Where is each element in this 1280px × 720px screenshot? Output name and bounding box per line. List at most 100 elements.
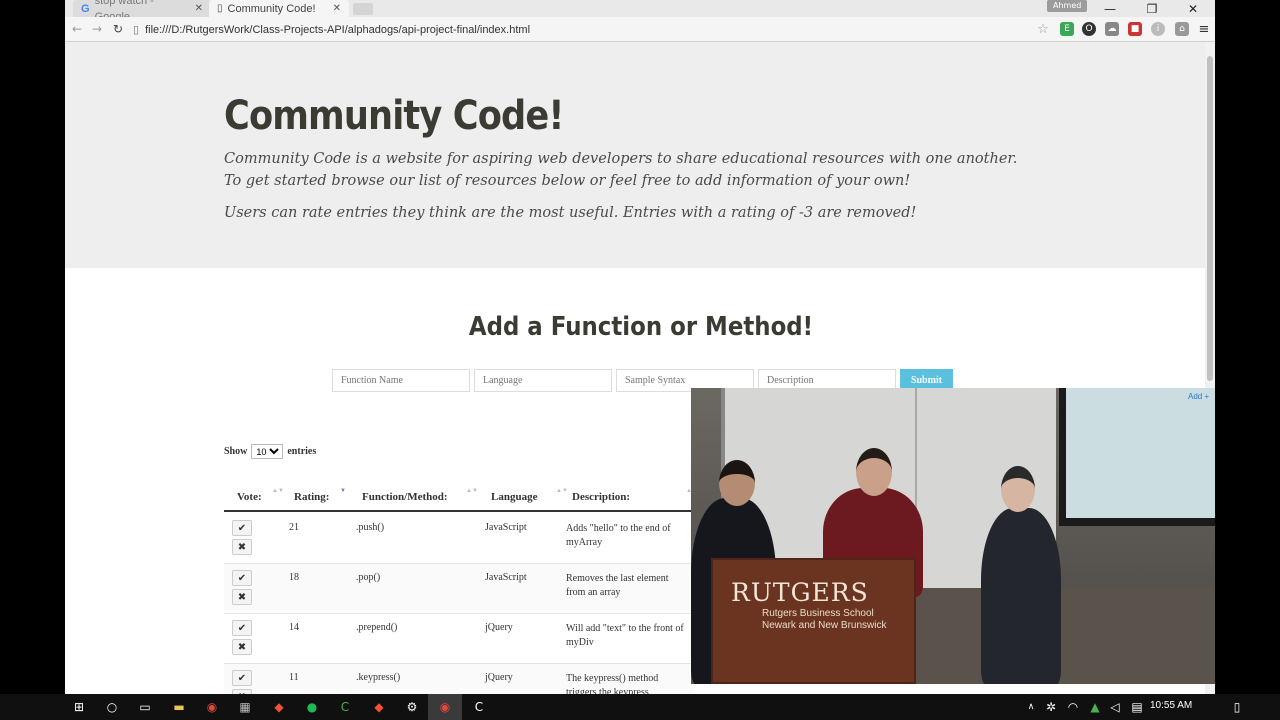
task-view-icon[interactable]: ▭ — [136, 698, 154, 716]
menu-icon[interactable]: ≡ — [1197, 22, 1211, 37]
column-header-rating[interactable]: Rating: — [294, 491, 329, 503]
function-name-input[interactable] — [332, 369, 470, 392]
upvote-check-icon[interactable]: ✔ — [232, 620, 252, 636]
table-row: ✔ ✖ 21 .push() JavaScript Adds "hello" t… — [224, 514, 694, 564]
page-title: Community Code! — [224, 93, 564, 139]
podium: RUTGERS Rutgers Business School Newark a… — [711, 558, 916, 684]
show-label: Show — [224, 446, 248, 457]
scrollbar-thumb[interactable] — [1207, 56, 1213, 381]
windows-start-icon[interactable]: ⊞ — [70, 698, 88, 716]
address-bar[interactable]: ▯ file:///D:/RutgersWork/Class-Projects-… — [133, 20, 1053, 39]
google-icon: G — [81, 2, 90, 15]
sort-icon: ▲▼ — [556, 488, 568, 494]
downvote-x-icon[interactable]: ✖ — [232, 539, 252, 555]
new-tab-button[interactable] — [353, 3, 373, 15]
keyboard-icon[interactable]: ▤ — [1128, 698, 1146, 716]
git-icon[interactable]: ◆ — [370, 698, 388, 716]
show-entries-control: Show 10 entries — [224, 444, 316, 459]
function-cell: .push() — [356, 522, 385, 533]
table-row: ✔ ✖ 18 .pop() JavaScript Removes the las… — [224, 564, 694, 614]
jumbotron: Community Code! Community Code is a webs… — [65, 42, 1205, 268]
description-cell: Will add "text" to the front of myDiv — [566, 623, 684, 648]
reload-icon[interactable]: ↻ — [110, 21, 126, 37]
description-cell: Removes the last element from an array — [566, 573, 669, 598]
rating-cell: 11 — [289, 672, 299, 683]
user-badge[interactable]: Ahmed — [1047, 0, 1088, 12]
presenter-left-head — [719, 460, 755, 506]
upvote-check-icon[interactable]: ✔ — [232, 520, 252, 536]
column-header-vote[interactable]: Vote: — [237, 491, 262, 503]
chrome-active-icon[interactable]: ◉ — [436, 698, 454, 716]
restore-icon[interactable]: ❐ — [1132, 0, 1172, 17]
app-icon[interactable]: C — [336, 698, 354, 716]
app-icon[interactable]: C — [470, 698, 488, 716]
column-header-language[interactable]: Language — [491, 491, 537, 503]
spotify-icon[interactable]: ● — [303, 698, 321, 716]
upvote-check-icon[interactable]: ✔ — [232, 570, 252, 586]
language-cell: JavaScript — [485, 522, 527, 533]
calculator-icon[interactable]: ▦ — [236, 698, 254, 716]
language-cell: JavaScript — [485, 572, 527, 583]
column-header-description[interactable]: Description: — [572, 491, 630, 503]
git-icon[interactable]: ◆ — [270, 698, 288, 716]
drive-icon[interactable]: ▲ — [1086, 698, 1104, 716]
tab-community-code[interactable]: ▯ Community Code! ✕ — [209, 0, 349, 17]
presenter-right — [981, 508, 1061, 684]
table-row: ✔ ✖ 11 .keypress() jQuery The keypress()… — [224, 664, 694, 694]
function-cell: .keypress() — [356, 672, 401, 683]
form-heading: Add a Function or Method! — [468, 312, 814, 342]
language-input[interactable] — [474, 369, 612, 392]
video-overlay: Add + RUTGERS Rutgers Business School Ne… — [691, 388, 1215, 684]
extension-icon[interactable]: ⌂ — [1175, 22, 1189, 36]
function-cell: .pop() — [356, 572, 381, 583]
close-icon[interactable]: ✕ — [1173, 0, 1213, 17]
downvote-x-icon[interactable]: ✖ — [232, 589, 252, 605]
browser-toolbar: ← → ↻ ▯ file:///D:/RutgersWork/Class-Pro… — [65, 17, 1215, 42]
extension-icon[interactable]: E — [1060, 22, 1074, 36]
intro-text: Community Code is a website for aspiring… — [224, 151, 1018, 189]
tray-chevron-icon[interactable]: ∧ — [1022, 698, 1040, 716]
column-header-function[interactable]: Function/Method: — [362, 491, 448, 503]
description-cell: Adds "hello" to the end of myArray — [566, 523, 671, 548]
url-text: file:///D:/RutgersWork/Class-Projects-AP… — [145, 23, 531, 36]
cortana-icon[interactable]: ○ — [103, 698, 121, 716]
language-cell: jQuery — [485, 622, 513, 633]
presenter-right-head — [1001, 466, 1035, 512]
language-cell: jQuery — [485, 672, 513, 683]
extension-icon[interactable]: i — [1151, 22, 1165, 36]
minimize-icon[interactable]: — — [1090, 0, 1130, 17]
projector-text: Add + — [1188, 392, 1210, 401]
close-tab-icon[interactable]: ✕ — [333, 1, 341, 17]
chrome-icon[interactable]: ◉ — [203, 698, 221, 716]
forward-icon[interactable]: → — [89, 21, 105, 37]
wifi-icon[interactable]: ◠ — [1064, 698, 1082, 716]
sort-icon: ▲▼ — [272, 488, 284, 494]
bookmark-star-icon[interactable]: ☆ — [1036, 22, 1050, 37]
notification-icon[interactable]: ▯ — [1228, 698, 1246, 716]
extension-icon[interactable]: ☁ — [1105, 22, 1119, 36]
sort-desc-icon: ▼ — [340, 488, 346, 494]
extension-icon[interactable]: ■ — [1128, 22, 1142, 36]
app-icon[interactable]: ⚙ — [403, 698, 421, 716]
back-icon[interactable]: ← — [69, 21, 85, 37]
table-row: ✔ ✖ 14 .prepend() jQuery Will add "text"… — [224, 614, 694, 664]
presenter-middle-head — [856, 448, 892, 496]
upvote-check-icon[interactable]: ✔ — [232, 670, 252, 686]
file-icon: ▯ — [133, 24, 140, 36]
projector-screen — [1066, 388, 1215, 518]
tray-settings-icon[interactable]: ✲ — [1042, 698, 1060, 716]
extension-icon[interactable]: O — [1082, 22, 1096, 36]
podium-subtitle-line: Rutgers Business School — [762, 608, 874, 619]
rating-cell: 21 — [289, 522, 299, 533]
close-tab-icon[interactable]: ✕ — [195, 1, 203, 17]
downvote-x-icon[interactable]: ✖ — [232, 639, 252, 655]
taskbar-clock[interactable]: 10:55 AM — [1150, 700, 1192, 711]
podium-subtitle: Rutgers Business School Newark and New B… — [762, 608, 887, 632]
description-cell: The keypress() method triggers the keypr… — [566, 673, 659, 694]
file-explorer-icon[interactable]: ▬ — [170, 698, 188, 716]
tab-stopwatch[interactable]: G stop watch - Google ✕ — [73, 0, 211, 23]
volume-icon[interactable]: ◁ — [1106, 698, 1124, 716]
entries-select[interactable]: 10 — [251, 444, 284, 459]
rating-cell: 14 — [289, 622, 299, 633]
entries-label: entries — [287, 446, 317, 457]
